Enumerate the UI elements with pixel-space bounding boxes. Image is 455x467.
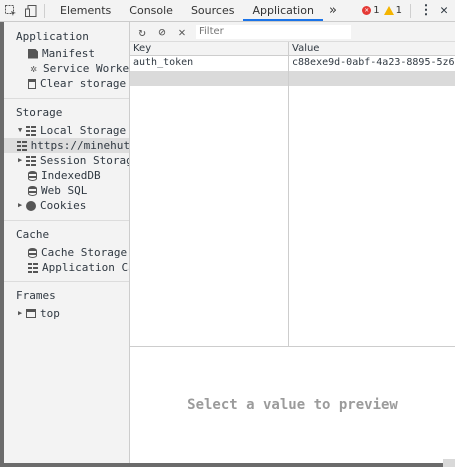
tab-console[interactable]: Console [120, 0, 182, 21]
tab-application[interactable]: Application [243, 0, 323, 21]
table-header: Key Value [130, 42, 455, 56]
cell-value: c88exe9d-0abf-4a23-8895-5z6… [292, 57, 454, 68]
close-icon[interactable]: ✕ [437, 3, 451, 18]
sidebar-item-application-cache[interactable]: Application Cach [28, 260, 129, 275]
clear-all-icon[interactable]: ⊘ [154, 24, 170, 40]
sidebar-item-cache-storage[interactable]: Cache Storage [28, 245, 127, 260]
column-header-key[interactable]: Key [130, 42, 151, 56]
sidebar-item-web-sql[interactable]: Web SQL [28, 183, 87, 198]
tab-elements[interactable]: Elements [51, 0, 120, 21]
preview-placeholder: Select a value to preview [187, 397, 398, 413]
section-divider [4, 98, 129, 99]
sidebar-item-frame-top[interactable]: ▶ top [18, 306, 60, 321]
gear-icon: ✲ [30, 62, 37, 75]
window-bottom-edge [0, 463, 455, 467]
devtools-toolbar: Elements Console Sources Application » ✕… [0, 0, 455, 22]
table-row[interactable]: auth_token c88exe9d-0abf-4a23-8895-5z6… [130, 56, 455, 71]
warning-icon [383, 6, 394, 15]
sidebar-item-indexeddb[interactable]: IndexedDB [28, 168, 101, 183]
resize-corner[interactable] [443, 459, 455, 467]
file-icon [28, 48, 38, 59]
filter-input[interactable] [196, 24, 351, 39]
sidebar-item-service-workers[interactable]: ✲ Service Workers [28, 61, 129, 76]
application-sidebar: Application Manifest ✲ Service Workers C… [4, 22, 130, 463]
refresh-icon[interactable]: ↻ [134, 24, 150, 40]
database-icon [28, 247, 37, 258]
frame-icon [26, 309, 36, 318]
grid-icon [16, 140, 27, 151]
sidebar-item-cookies[interactable]: ▶ Cookies [18, 198, 86, 213]
inspect-element-icon[interactable] [4, 4, 18, 18]
cell-key: auth_token [133, 57, 194, 68]
grid-icon [28, 262, 38, 273]
sidebar-item-clear-storage[interactable]: Clear storage [28, 76, 126, 91]
column-divider [288, 42, 289, 346]
grid-icon [26, 155, 36, 166]
database-icon [28, 185, 37, 196]
sidebar-item-local-storage-origin[interactable]: https://minehut [4, 138, 129, 153]
cookie-icon [26, 200, 36, 211]
value-preview-pane: Select a value to preview [130, 347, 455, 463]
expand-arrow-icon[interactable]: ▶ [18, 198, 26, 213]
database-icon [28, 170, 37, 181]
sidebar-item-session-storage[interactable]: ▶ Session Storage [18, 153, 129, 168]
section-divider [4, 220, 129, 221]
more-tabs-button[interactable]: » [323, 0, 343, 21]
section-divider [4, 281, 129, 282]
key-value-table: Key Value auth_token c88exe9d-0abf-4a23-… [130, 42, 455, 347]
sidebar-item-local-storage[interactable]: ▼ Local Storage [18, 123, 126, 138]
warning-count-badge[interactable]: 1 [383, 5, 402, 16]
tab-sources[interactable]: Sources [182, 0, 244, 21]
column-header-value[interactable]: Value [289, 42, 319, 56]
toolbar-divider [410, 3, 411, 18]
section-title-frames: Frames [16, 289, 56, 302]
expand-arrow-icon[interactable]: ▶ [18, 306, 26, 321]
toolbar-divider [44, 3, 45, 18]
storage-main-pane: ↻ ⊘ ✕ Key Value auth_token c88exe9d-0abf… [130, 22, 455, 463]
grid-icon [26, 125, 36, 136]
expand-arrow-icon[interactable]: ▶ [18, 153, 26, 168]
error-icon: ✕ [362, 6, 372, 15]
sidebar-item-manifest[interactable]: Manifest [28, 46, 95, 61]
delete-selected-icon[interactable]: ✕ [174, 24, 190, 40]
expand-arrow-icon[interactable]: ▼ [18, 123, 26, 138]
section-title-storage: Storage [16, 106, 63, 119]
trash-icon [28, 78, 36, 89]
error-count-badge[interactable]: ✕ 1 [362, 5, 380, 16]
kebab-menu-icon[interactable]: ⋮ [419, 3, 433, 18]
device-toolbar-icon[interactable] [24, 4, 38, 18]
table-row-empty-selected[interactable] [130, 71, 455, 86]
section-title-application: Application [16, 30, 89, 43]
section-title-cache: Cache [16, 228, 50, 241]
storage-toolbar: ↻ ⊘ ✕ [130, 22, 455, 42]
